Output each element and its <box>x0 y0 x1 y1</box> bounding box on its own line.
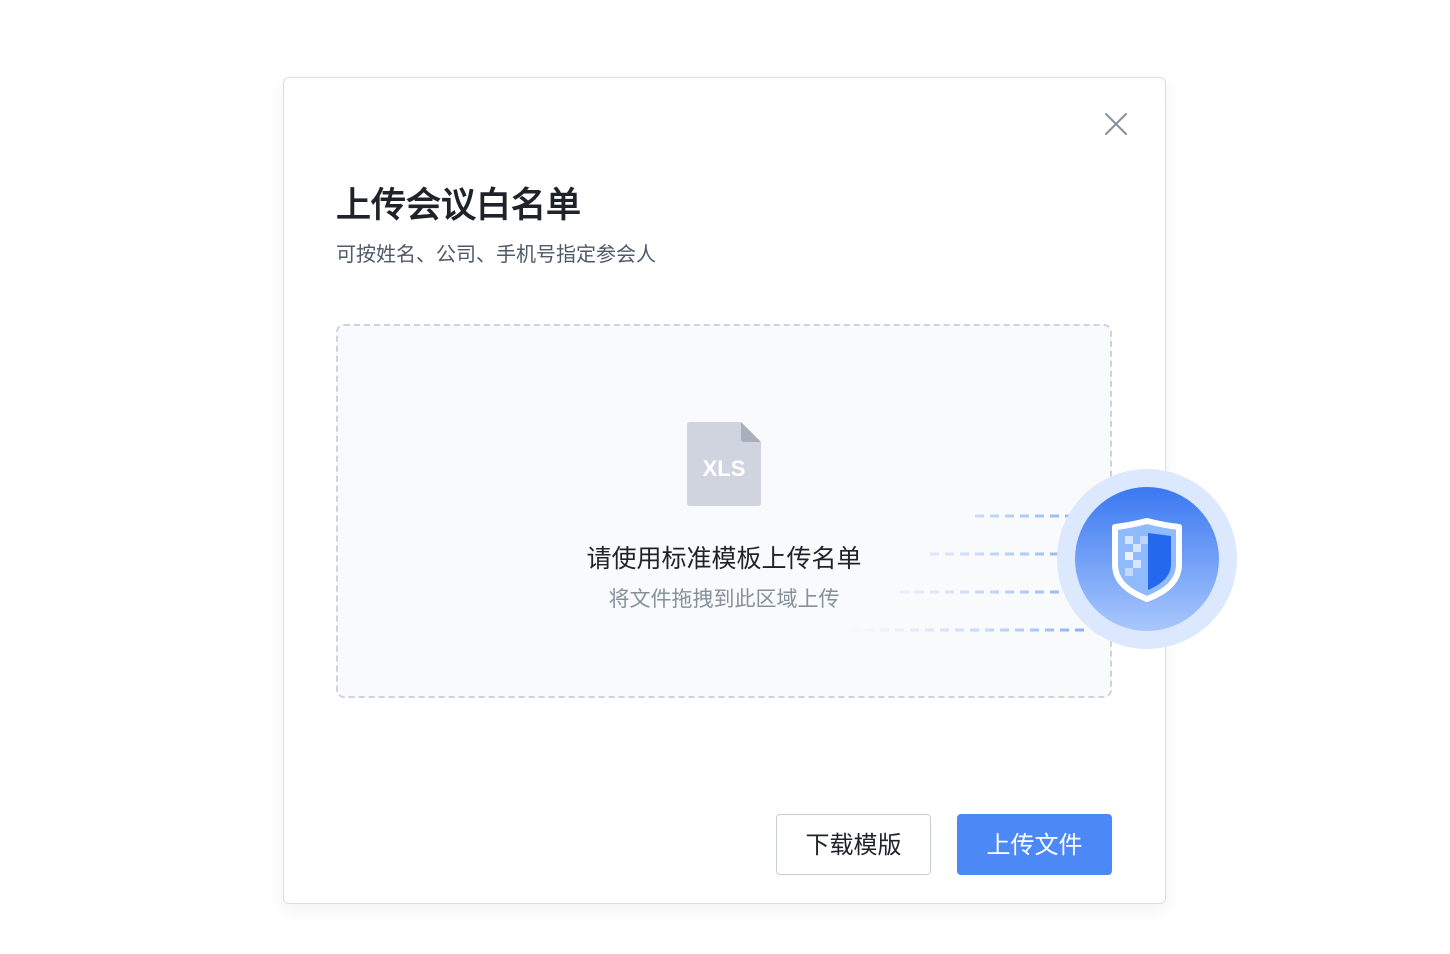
close-button[interactable] <box>1104 112 1128 136</box>
upload-whitelist-dialog: 上传会议白名单 可按姓名、公司、手机号指定参会人 XLS 请使用标准模板上传名单… <box>283 77 1166 904</box>
download-template-button[interactable]: 下载模版 <box>776 814 931 875</box>
dialog-subtitle: 可按姓名、公司、手机号指定参会人 <box>336 244 656 266</box>
xls-file-icon: XLS <box>687 422 761 506</box>
upload-file-button[interactable]: 上传文件 <box>957 814 1112 875</box>
security-badge <box>1057 469 1237 649</box>
dialog-title: 上传会议白名单 <box>336 186 582 225</box>
close-icon <box>1105 113 1127 135</box>
file-type-label: XLS <box>703 456 746 481</box>
shield-icon <box>1112 518 1182 602</box>
